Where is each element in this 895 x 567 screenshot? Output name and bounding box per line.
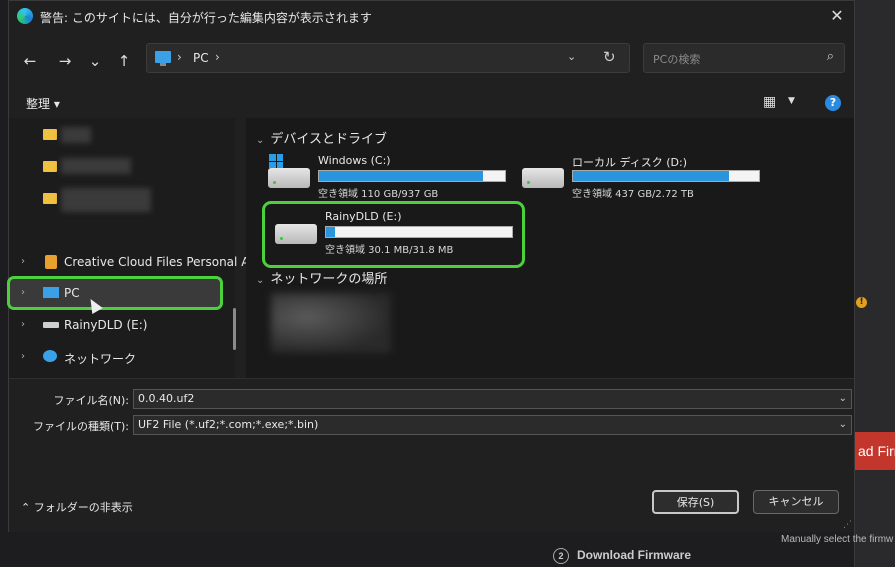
chevron-down-icon[interactable]: ⌄ [839,416,847,434]
filetype-label: ファイルの種類(T): [32,420,129,433]
network-group-header[interactable]: ⌄ ネットワークの場所 [256,268,387,287]
expand-chevron-icon[interactable]: › [21,351,25,362]
sidebar-item-creative-cloud[interactable]: › Creative Cloud Files Personal A [9,250,249,276]
drive-free-space: 空き領域 110 GB/937 GB [318,189,439,200]
up-button[interactable]: ↑ [112,49,136,73]
chevron-up-icon: ⌃ [21,501,34,514]
view-dropdown-icon[interactable]: ▼ [788,96,795,106]
breadcrumb-pc[interactable]: PC [193,51,209,65]
filename-input[interactable]: 0.0.40.uf2 ⌄ [133,389,852,409]
view-options-icon[interactable]: ▦ [763,94,776,110]
resize-grip-icon[interactable]: ⋰ [843,520,852,530]
step-number: 2 [553,548,569,564]
expand-chevron-icon[interactable]: › [21,319,25,330]
hide-folders-label: フォルダーの非表示 [33,501,133,514]
network-header-label: ネットワークの場所 [270,272,388,287]
dialog-footer: ファイル名(N): 0.0.40.uf2 ⌄ ファイルの種類(T): UF2 F… [9,378,854,532]
blurred-folder-label [61,188,151,212]
drive-usage-bar [325,226,513,238]
dialog-title: 警告: このサイトには、自分が行った編集内容が表示されます [40,11,372,25]
navigation-pane: › Creative Cloud Files Personal A › PC ›… [7,118,249,378]
forward-button[interactable]: → [53,49,77,73]
address-bar[interactable]: › PC › ⌄ ↻ [146,43,630,73]
pc-icon [155,51,171,66]
drive-usage-fill [326,227,336,237]
filename-label: ファイル名(N): [53,394,129,407]
drive-free-space: 空き領域 30.1 MB/31.8 MB [325,245,454,256]
blurred-folder-label [61,158,131,174]
hard-drive-icon [522,168,564,188]
chevron-down-icon[interactable]: ⌄ [839,390,847,408]
drive-usage-fill [319,171,483,181]
edge-icon [17,8,33,24]
sidebar-scrollbar[interactable] [233,308,236,350]
folder-icon [43,161,57,172]
step-label: Download Firmware [577,548,692,562]
refresh-icon[interactable]: ↻ [603,48,616,66]
hide-folders-toggle[interactable]: ⌃ フォルダーの非表示 [21,499,133,515]
drive-local-d[interactable]: ローカル ディスク (D:) 空き領域 437 GB/2.72 TB [522,154,762,202]
expand-chevron-icon[interactable]: › [21,256,25,267]
close-button[interactable]: ✕ [826,5,848,27]
drive-usage-bar [572,170,760,182]
drive-name: Windows (C:) [318,154,391,167]
drive-name: RainyDLD (E:) [325,210,402,223]
save-button[interactable]: 保存(S) [652,490,739,514]
hard-drive-icon [275,224,317,244]
creative-cloud-icon [45,255,57,269]
back-button[interactable]: ← [18,49,42,73]
devices-header-label: デバイスとドライブ [270,132,388,147]
collapse-chevron-icon[interactable]: ⌄ [256,275,264,286]
search-icon[interactable]: ⌕ [827,49,834,64]
help-icon[interactable]: ? [825,95,841,111]
drive-icon [43,322,59,328]
organize-button[interactable]: 整理 ▾ [26,95,60,112]
step-download-firmware: 2 Download Firmware [553,548,691,564]
recent-locations-button[interactable]: ⌄ [83,49,107,73]
manual-select-note: Manually select the firmw [781,534,894,545]
navigation-bar: ← → ⌄ ↑ › PC › ⌄ ↻ PCの検索 ⌕ [9,41,854,81]
hard-drive-icon [268,168,310,188]
command-bar: 整理 ▾ ▦ ▼ ? [9,88,854,116]
drive-rainydld-e[interactable]: RainyDLD (E:) 空き領域 30.1 MB/31.8 MB [275,210,515,258]
cancel-button[interactable]: キャンセル [753,490,839,514]
filename-value: 0.0.40.uf2 [138,392,195,405]
sidebar-item-label: RainyDLD (E:) [64,318,148,332]
blurred-network-item[interactable] [271,293,391,353]
windows-logo-icon [269,154,283,168]
expand-chevron-icon[interactable]: › [21,287,25,298]
file-open-dialog: 警告: このサイトには、自分が行った編集内容が表示されます ✕ ← → ⌄ ↑ … [7,0,855,532]
file-list-pane: ⌄ デバイスとドライブ Windows (C:) 空き領域 110 GB/937 … [246,118,854,378]
address-dropdown-icon[interactable]: ⌄ [567,50,576,63]
title-bar: 警告: このサイトには、自分が行った編集内容が表示されます ✕ [9,1,854,33]
search-input[interactable]: PCの検索 ⌕ [643,43,845,73]
drive-free-space: 空き領域 437 GB/2.72 TB [572,189,694,200]
warning-icon: ! [856,297,867,308]
sidebar-item-rainydld[interactable]: › RainyDLD (E:) [9,313,235,339]
sidebar-item-label: Creative Cloud Files Personal A [64,255,250,269]
folder-icon [43,129,57,140]
network-icon [43,350,57,362]
sidebar-item-label: ネットワーク [64,352,137,366]
drive-windows-c[interactable]: Windows (C:) 空き領域 110 GB/937 GB [268,154,508,202]
filetype-value: UF2 File (*.uf2;*.com;*.exe;*.bin) [138,418,319,431]
background-panel [854,0,895,567]
collapse-chevron-icon[interactable]: ⌄ [256,135,264,146]
drive-usage-fill [573,171,730,181]
filetype-select[interactable]: UF2 File (*.uf2;*.com;*.exe;*.bin) ⌄ [133,415,852,435]
search-placeholder: PCの検索 [653,53,701,66]
breadcrumb-separator[interactable]: › [215,50,220,64]
sidebar-item-label: PC [64,286,80,300]
breadcrumb-separator[interactable]: › [177,50,182,64]
folder-icon [43,193,57,204]
sidebar-item-pc[interactable]: › PC [9,281,235,307]
pc-icon [43,287,59,298]
sidebar-item-network[interactable]: › ネットワーク [9,345,235,371]
drive-name: ローカル ディスク (D:) [572,156,687,169]
devices-group-header[interactable]: ⌄ デバイスとドライブ [256,128,387,147]
drive-usage-bar [318,170,506,182]
blurred-folder-label [61,127,91,143]
